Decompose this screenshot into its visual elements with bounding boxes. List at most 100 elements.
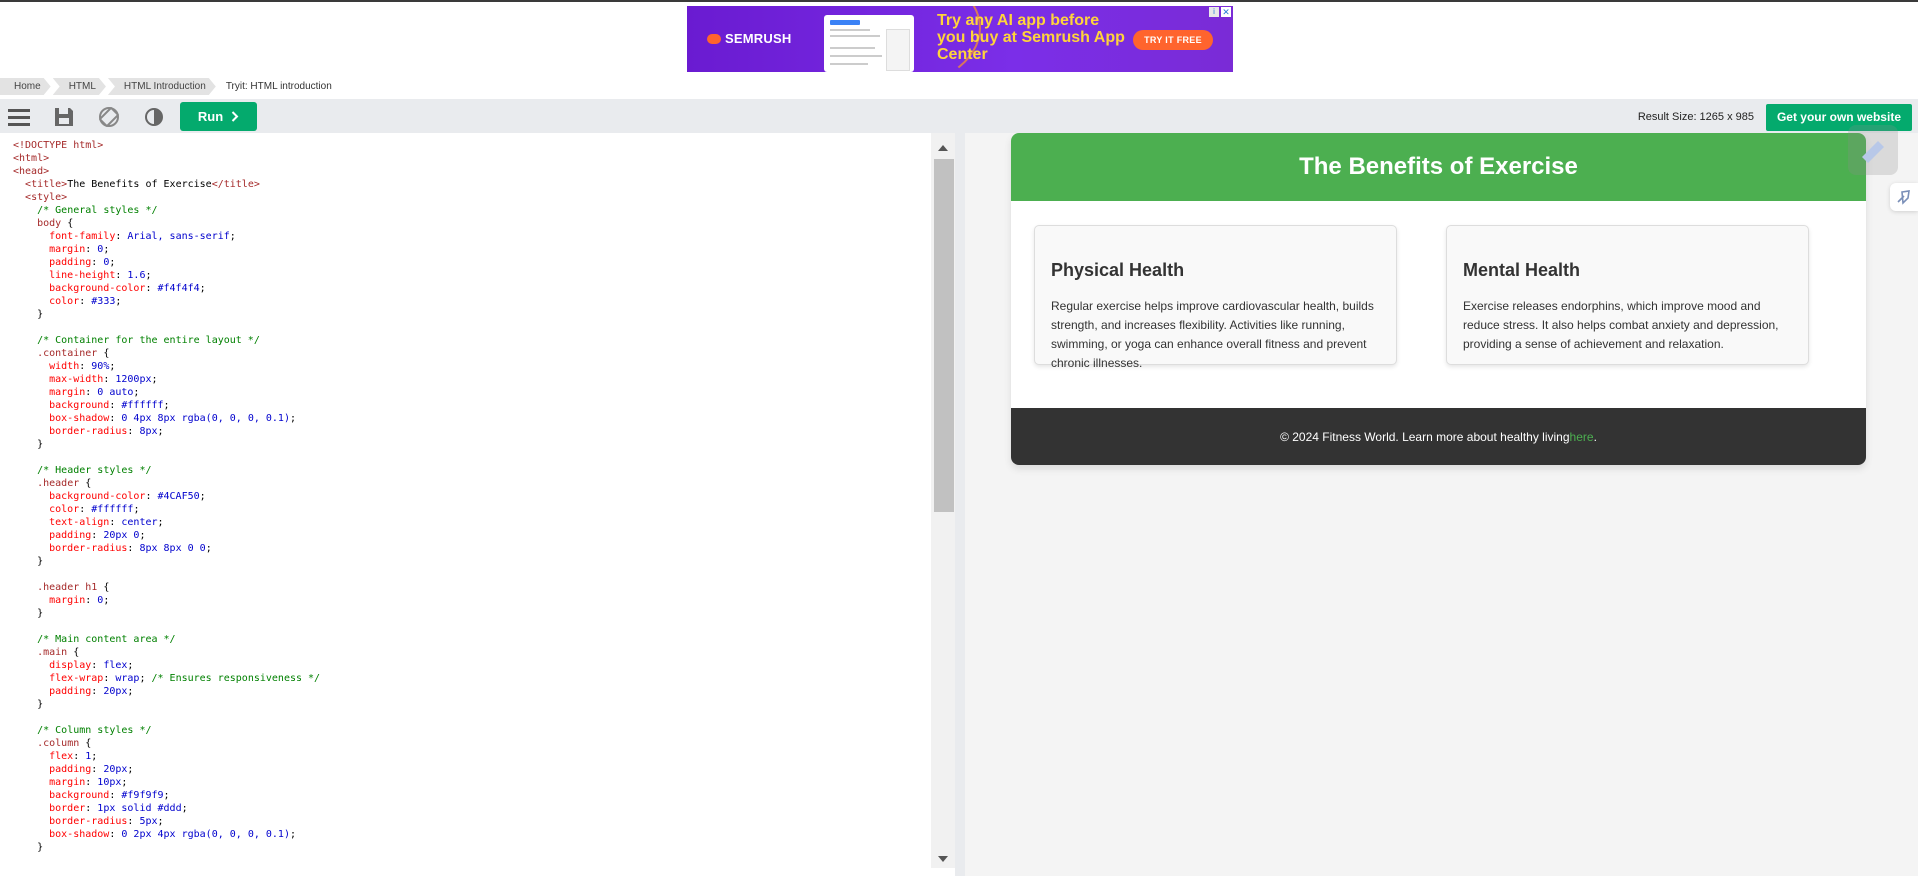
floating-pencil-button[interactable] — [1848, 125, 1898, 175]
rotate-icon[interactable] — [98, 106, 120, 128]
code-token: ; — [157, 517, 164, 528]
code-text[interactable]: <!DOCTYPE html> <html> <head> <title>The B… — [5, 133, 931, 854]
code-token: ; — [127, 686, 134, 697]
code-token: border-radius — [49, 426, 128, 437]
code-line: /* Header styles */ — [13, 464, 931, 477]
code-token: ; — [133, 504, 140, 515]
save-icon[interactable] — [53, 106, 75, 128]
ad-cta-button[interactable]: TRY IT FREE — [1133, 30, 1213, 50]
code-token: : — [109, 517, 122, 528]
code-token: body — [37, 218, 62, 229]
code-line: background-color: #f4f4f4; — [13, 282, 931, 295]
code-token: ; — [139, 530, 146, 541]
breadcrumb-home[interactable]: Home — [0, 78, 51, 95]
code-line: .header h1 { — [13, 581, 931, 594]
scroll-down-arrow-icon[interactable] — [938, 856, 948, 862]
code-token: margin — [49, 595, 86, 606]
menu-icon[interactable] — [8, 106, 30, 128]
code-token: margin — [49, 777, 86, 788]
code-token: : — [145, 283, 158, 294]
code-token: ; — [229, 231, 236, 242]
ad-headline: Try any AI app before you buy at Semrush… — [937, 12, 1125, 63]
code-line: .container { — [13, 347, 931, 360]
contrast-icon[interactable] — [143, 106, 165, 128]
code-token: padding — [49, 764, 92, 775]
footer-link[interactable]: here — [1570, 430, 1594, 444]
code-token: .main — [37, 647, 68, 658]
code-token: : — [91, 257, 104, 268]
breadcrumb-html[interactable]: HTML — [53, 78, 106, 95]
code-line: margin: 10px; — [13, 776, 931, 789]
code-token: ; — [157, 816, 164, 827]
floating-rocket-button[interactable] — [1890, 183, 1918, 211]
code-token: ; — [289, 413, 296, 424]
code-token: : — [91, 764, 104, 775]
code-token: ; — [115, 296, 122, 307]
breadcrumb-current: Tryit: HTML introduction — [225, 81, 332, 92]
code-line: border-radius: 5px; — [13, 815, 931, 828]
code-token: display — [49, 660, 92, 671]
scrollbar-thumb[interactable] — [934, 159, 954, 512]
ad-banner[interactable]: SEMRUSH Try any AI app before you buy at… — [687, 6, 1233, 72]
ad-info-icon[interactable]: i — [1209, 7, 1219, 17]
code-token: : — [85, 595, 98, 606]
code-line: /* Column styles */ — [13, 724, 931, 737]
code-line: /* Main content area */ — [13, 633, 931, 646]
code-token: { — [97, 348, 110, 359]
code-token: 0 4px 8px rgba(0, 0, 0, 0.1) — [121, 413, 290, 424]
ad-close-icon[interactable]: ✕ — [1221, 7, 1231, 17]
semrush-flame-icon — [707, 33, 721, 44]
column-mental-health: Mental Health Exercise releases endorphi… — [1446, 225, 1809, 365]
code-token: border-radius — [49, 816, 128, 827]
code-token: #f4f4f4 — [157, 283, 200, 294]
code-line: box-shadow: 0 4px 8px rgba(0, 0, 0, 0.1)… — [13, 412, 931, 425]
breadcrumb-html-introduction[interactable]: HTML Introduction — [108, 78, 216, 95]
code-token: { — [79, 738, 92, 749]
code-token: ; — [121, 777, 128, 788]
editor-scrollbar[interactable] — [931, 133, 955, 868]
code-token: center — [121, 517, 158, 528]
code-token: : — [79, 296, 92, 307]
run-button[interactable]: Run — [180, 102, 257, 131]
run-button-label: Run — [197, 109, 224, 124]
ad-logo-text: SEMRUSH — [725, 31, 792, 46]
scroll-up-arrow-icon[interactable] — [938, 145, 948, 151]
code-line: .column { — [13, 737, 931, 750]
code-token: : — [127, 543, 140, 554]
code-token: ; — [163, 400, 170, 411]
panel-divider[interactable] — [955, 133, 965, 876]
code-token: wrap — [115, 673, 140, 684]
rocket-icon — [1897, 190, 1910, 205]
column-title: Physical Health — [1051, 260, 1185, 280]
code-token: : — [79, 504, 92, 515]
code-line: max-width: 1200px; — [13, 373, 931, 386]
code-token: background — [49, 790, 110, 801]
code-token: .column — [37, 738, 80, 749]
code-token: flex — [103, 660, 128, 671]
code-token: { — [67, 647, 80, 658]
code-token: The Benefits of Exercise — [67, 179, 212, 190]
code-line: padding: 20px; — [13, 685, 931, 698]
code-line: flex-wrap: wrap; /* Ensures responsivene… — [13, 672, 931, 685]
code-editor[interactable]: <!DOCTYPE html> <html> <head> <title>The B… — [5, 133, 931, 868]
